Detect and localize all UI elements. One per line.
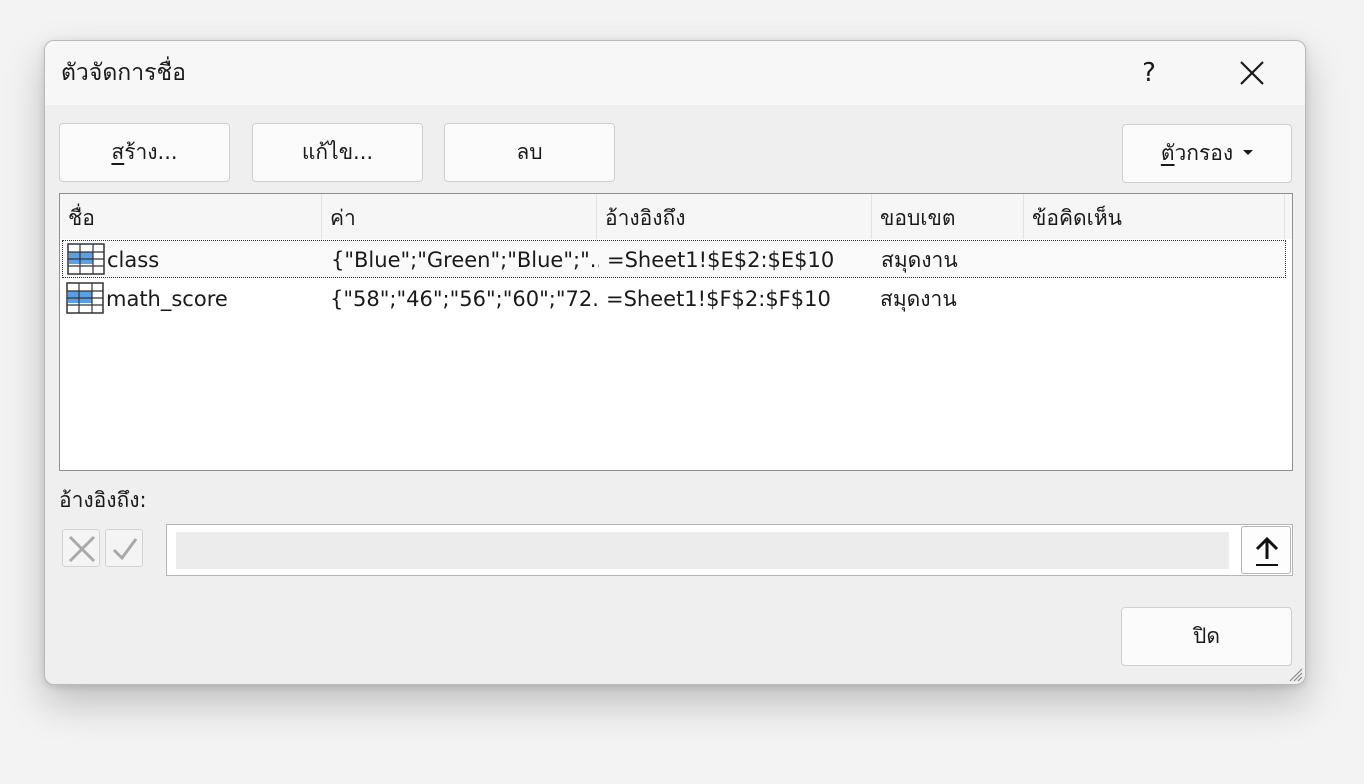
list-header: ชื่อ ค่า อ้างอิงถึง ขอบเขต ข้อคิดเห็น	[60, 194, 1292, 239]
row-comment	[1033, 241, 1283, 277]
named-range-table-icon	[67, 243, 105, 275]
close-window-button[interactable]	[1230, 53, 1274, 93]
column-header-refers-to[interactable]: อ้างอิงถึง	[597, 194, 872, 239]
delete-button[interactable]: ลบ	[444, 123, 615, 182]
close-icon	[1240, 61, 1264, 85]
cancel-edit-button[interactable]	[62, 529, 100, 567]
chevron-down-icon	[1243, 150, 1254, 155]
column-header-value[interactable]: ค่า	[322, 194, 597, 239]
dialog-title: ตัวจัดการชื่อ	[61, 60, 186, 86]
row-refers-to: =Sheet1!$F$2:$F$10	[606, 287, 831, 311]
table-row[interactable]: class {"Blue";"Green";"Blue";"... =Sheet…	[62, 240, 1286, 278]
title-bar: ตัวจัดการชื่อ ?	[45, 41, 1305, 105]
refers-to-field	[166, 524, 1293, 576]
new-button[interactable]: สร้าง...	[59, 123, 230, 182]
collapse-dialog-button[interactable]	[1241, 526, 1291, 574]
cancel-x-icon	[68, 535, 96, 563]
edit-button[interactable]: แก้ไข...	[252, 123, 423, 182]
checkmark-icon	[112, 538, 138, 561]
resize-grip-icon[interactable]	[1287, 666, 1303, 682]
new-button-label: ร้าง...	[124, 140, 178, 164]
refers-to-input[interactable]	[176, 532, 1229, 569]
name-manager-dialog: ตัวจัดการชื่อ ? สร้าง... แก้ไข... ลบ ตัว…	[44, 40, 1306, 685]
row-comment	[1032, 280, 1282, 316]
table-row[interactable]: math_score {"58";"46";"56";"60";"72... =…	[62, 280, 1286, 318]
filter-button[interactable]: ตัวกรอง	[1122, 124, 1292, 183]
row-value: {"58";"46";"56";"60";"72...	[330, 287, 598, 311]
column-header-scope[interactable]: ขอบเขต	[872, 194, 1024, 239]
confirm-edit-button[interactable]	[105, 529, 143, 567]
row-scope: สมุดงาน	[881, 248, 958, 272]
row-name: math_score	[106, 287, 228, 311]
collapse-arrow-icon	[1255, 536, 1279, 566]
column-header-comment[interactable]: ข้อคิดเห็น	[1024, 194, 1285, 239]
filter-button-accel: ตั	[1160, 141, 1175, 165]
row-name: class	[107, 248, 160, 272]
column-header-name[interactable]: ชื่อ	[60, 194, 322, 239]
names-list[interactable]: ชื่อ ค่า อ้างอิงถึง ขอบเขต ข้อคิดเห็น cl…	[59, 193, 1293, 471]
row-scope: สมุดงาน	[880, 287, 957, 311]
refers-to-label: อ้างอิงถึง:	[59, 488, 147, 512]
new-button-accel: ส	[111, 140, 125, 164]
help-button[interactable]: ?	[1129, 53, 1169, 93]
filter-button-label: วกรอง	[1174, 141, 1234, 165]
row-value: {"Blue";"Green";"Blue";"...	[331, 248, 599, 272]
close-button[interactable]: ปิด	[1121, 607, 1292, 666]
row-refers-to: =Sheet1!$E$2:$E$10	[607, 248, 835, 272]
named-range-table-icon	[66, 282, 104, 314]
